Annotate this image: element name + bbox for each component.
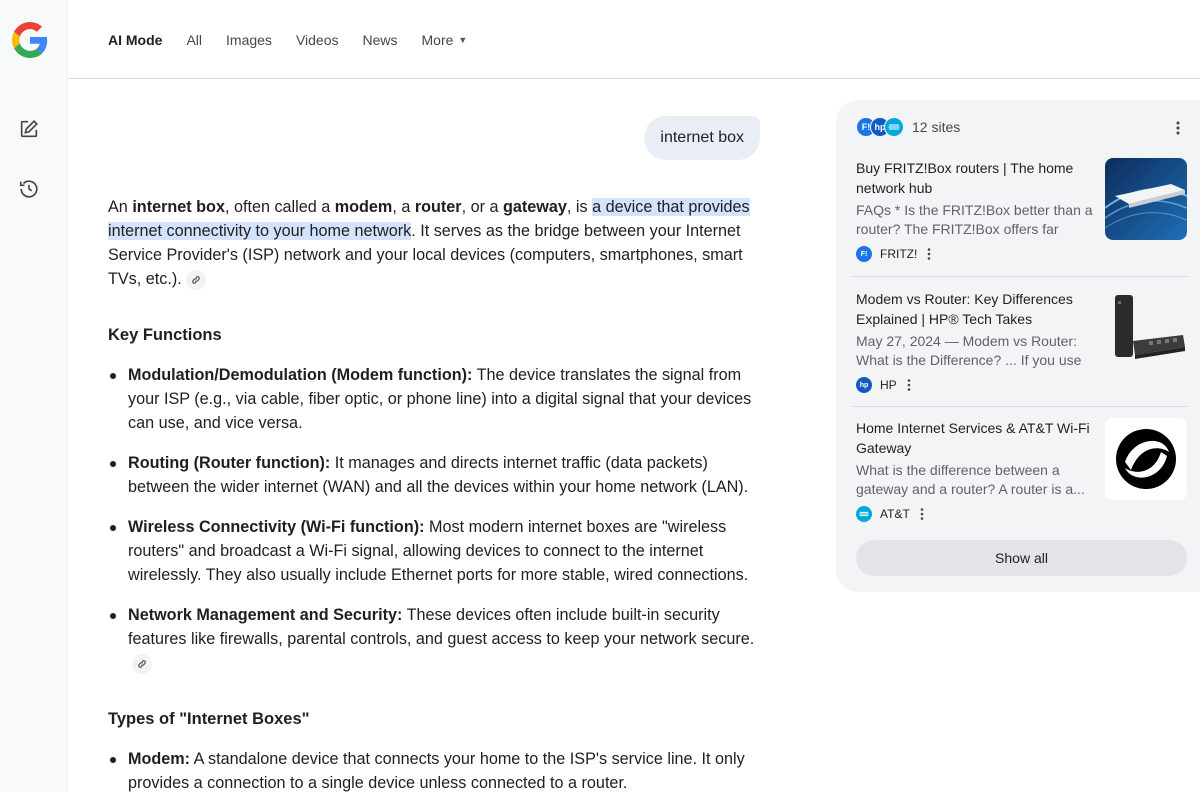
- source-card-site: AT&T: [856, 506, 924, 522]
- intro-bold: internet box: [132, 198, 225, 216]
- list-item: Network Management and Security: These d…: [108, 603, 760, 675]
- att-favicon-icon: [884, 117, 904, 137]
- tab-label: Images: [226, 32, 272, 48]
- modem-router-thumbnail[interactable]: [1105, 289, 1187, 371]
- intro-text: , is: [566, 198, 593, 216]
- intro-text: An: [108, 198, 133, 216]
- tab-more[interactable]: More ▼: [422, 30, 468, 50]
- sites-count: 12 sites: [912, 119, 961, 135]
- more-options-icon[interactable]: [927, 248, 931, 260]
- more-options-icon[interactable]: [907, 379, 911, 391]
- source-card-site: F! FRITZ!: [856, 246, 931, 262]
- intro-text: , or a: [461, 198, 503, 216]
- new-chat-icon[interactable]: [14, 114, 44, 144]
- citation-link-icon[interactable]: [132, 653, 152, 674]
- list-item-term: Modulation/Demodulation (Modem function)…: [128, 366, 473, 384]
- sources-panel: F! hp 12 sites Buy FRITZ!Box routers | T…: [836, 100, 1200, 592]
- divider: [852, 276, 1188, 277]
- sources-header[interactable]: F! hp 12 sites: [856, 117, 960, 137]
- intro-bold: modem: [334, 198, 393, 216]
- search-tabs: AI Mode All Images Videos News More ▼: [108, 30, 491, 50]
- source-name: FRITZ!: [880, 247, 918, 261]
- top-nav: AI Mode All Images Videos News More ▼: [68, 0, 1200, 79]
- tab-images[interactable]: Images: [226, 30, 272, 50]
- source-name: HP: [880, 378, 897, 392]
- show-all-button[interactable]: Show all: [856, 540, 1187, 576]
- source-card-title[interactable]: Home Internet Services & AT&T Wi-Fi Gate…: [856, 418, 1092, 458]
- att-favicon-icon: [856, 506, 872, 522]
- source-card-site: hp HP: [856, 377, 911, 393]
- intro-bold: gateway: [503, 198, 567, 216]
- tab-label: News: [362, 32, 398, 48]
- list-item: Wireless Connectivity (Wi-Fi function): …: [108, 515, 760, 587]
- source-card-snippet: What is the difference between a gateway…: [856, 462, 1085, 497]
- ai-answer: An internet box, often called a modem, a…: [108, 195, 760, 792]
- att-logo-thumbnail[interactable]: [1105, 418, 1187, 500]
- fritz-favicon-icon: F!: [856, 246, 872, 262]
- tab-all[interactable]: All: [186, 30, 202, 50]
- source-card-title[interactable]: Buy FRITZ!Box routers | The home network…: [856, 158, 1092, 198]
- tab-label: More: [421, 32, 454, 48]
- list-item-text: A standalone device that connects your h…: [128, 750, 745, 792]
- source-card-snippet: May 27, 2024 — Modem vs Router: What is …: [856, 333, 1082, 368]
- intro-bold: router: [414, 198, 462, 216]
- list-item-term: Wireless Connectivity (Wi-Fi function):: [128, 518, 425, 536]
- source-name: AT&T: [880, 507, 910, 521]
- answer-intro: An internet box, often called a modem, a…: [108, 195, 760, 291]
- section-heading-types: Types of "Internet Boxes": [108, 710, 310, 728]
- list-item-term: Routing (Router function):: [128, 454, 331, 472]
- list-item-term: Network Management and Security:: [128, 606, 403, 624]
- tab-label: All: [186, 32, 203, 48]
- divider: [852, 406, 1188, 407]
- source-card-att[interactable]: Home Internet Services & AT&T Wi-Fi Gate…: [852, 418, 1188, 528]
- section-heading-key-functions: Key Functions: [108, 326, 222, 344]
- list-item-term: Modem:: [128, 750, 191, 768]
- key-functions-list: Modulation/Demodulation (Modem function)…: [108, 363, 760, 675]
- hp-favicon-icon: hp: [856, 377, 872, 393]
- more-options-icon[interactable]: [1172, 118, 1184, 138]
- history-icon[interactable]: [14, 174, 44, 204]
- source-card-fritz[interactable]: Buy FRITZ!Box routers | The home network…: [852, 158, 1188, 268]
- tab-videos[interactable]: Videos: [296, 30, 339, 50]
- source-card-title[interactable]: Modem vs Router: Key Differences Explain…: [856, 289, 1092, 329]
- tab-label: AI Mode: [108, 32, 163, 48]
- intro-text: , a: [392, 198, 415, 216]
- intro-text: , often called a: [224, 198, 335, 216]
- more-options-icon[interactable]: [920, 508, 924, 520]
- list-item: Routing (Router function): It manages an…: [108, 451, 760, 499]
- google-logo[interactable]: [12, 22, 48, 58]
- source-card-hp[interactable]: Modem vs Router: Key Differences Explain…: [852, 289, 1188, 399]
- main-content: internet box An internet box, often call…: [108, 79, 760, 792]
- list-item: Modem: A standalone device that connects…: [108, 747, 760, 792]
- favicon-stack: F! hp: [856, 117, 904, 137]
- left-rail: [0, 0, 68, 792]
- tab-label: Videos: [295, 32, 339, 48]
- types-list: Modem: A standalone device that connects…: [108, 747, 760, 792]
- caret-down-icon: ▼: [458, 35, 468, 45]
- tab-ai-mode[interactable]: AI Mode: [108, 30, 162, 50]
- citation-link-icon[interactable]: [185, 269, 206, 290]
- fritzbox-thumbnail[interactable]: [1105, 158, 1187, 240]
- tab-news[interactable]: News: [363, 30, 398, 50]
- list-item: Modulation/Demodulation (Modem function)…: [108, 363, 760, 435]
- source-card-snippet: FAQs * Is the FRITZ!Box better than a ro…: [856, 202, 1093, 237]
- user-query-bubble: internet box: [644, 116, 760, 160]
